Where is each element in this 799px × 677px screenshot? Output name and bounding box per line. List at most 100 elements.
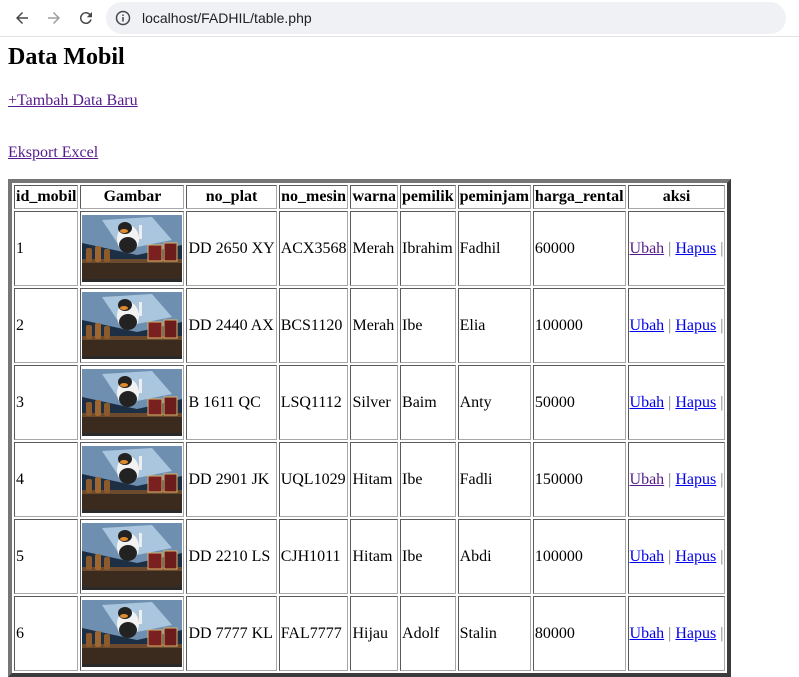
cell-warna: Merah <box>350 288 399 363</box>
edit-link[interactable]: Ubah <box>630 471 665 488</box>
cell-warna: Silver <box>350 365 399 440</box>
forward-button[interactable] <box>38 2 70 34</box>
cell-peminjam: Stalin <box>457 596 531 671</box>
table-row: 6 DD 7777 KL FAL7777 Hijau Adolf Stalin … <box>14 596 726 671</box>
cell-no-plat: DD 2650 XY <box>186 211 277 286</box>
edit-link[interactable]: Ubah <box>630 625 665 642</box>
cell-id-mobil: 1 <box>14 211 79 286</box>
add-data-link[interactable]: +Tambah Data Baru <box>8 92 138 109</box>
header-no-mesin: no_mesin <box>278 185 349 209</box>
header-warna: warna <box>350 185 399 209</box>
separator: | <box>668 547 672 565</box>
back-button[interactable] <box>6 2 38 34</box>
table-row: 2 DD 2440 AX BCS1120 Merah Ibe Elia 1000… <box>14 288 726 363</box>
header-pemilik: pemilik <box>400 185 456 209</box>
edit-link[interactable]: Ubah <box>630 240 665 257</box>
delete-link[interactable]: Hapus <box>675 471 716 488</box>
table-row: 1 DD 2650 XY ACX3568 Merah Ibrahim Fadhi… <box>14 211 726 286</box>
cell-peminjam: Fadli <box>457 442 531 517</box>
car-image <box>82 446 183 513</box>
cell-warna: Hitam <box>350 442 399 517</box>
cell-no-plat: DD 7777 KL <box>186 596 277 671</box>
edit-link[interactable]: Ubah <box>630 394 665 411</box>
cell-aksi: Ubah | Hapus | <box>627 442 726 517</box>
forward-arrow-icon <box>48 12 60 24</box>
cell-warna: Hijau <box>350 596 399 671</box>
cell-gambar <box>80 211 185 286</box>
header-peminjam: peminjam <box>457 185 531 209</box>
cell-aksi: Ubah | Hapus | <box>627 211 726 286</box>
cell-harga-rental: 150000 <box>532 442 626 517</box>
page-content: Data Mobil +Tambah Data Baru Eksport Exc… <box>0 42 799 677</box>
cell-aksi: Ubah | Hapus | <box>627 288 726 363</box>
cell-peminjam: Elia <box>457 288 531 363</box>
cell-id-mobil: 2 <box>14 288 79 363</box>
cell-id-mobil: 3 <box>14 365 79 440</box>
table-row: 3 B 1611 QC LSQ1112 Silver Baim Anty 500… <box>14 365 726 440</box>
separator: | <box>720 393 724 411</box>
cell-no-mesin: BCS1120 <box>278 288 349 363</box>
cell-warna: Merah <box>350 211 399 286</box>
cell-harga-rental: 100000 <box>532 519 626 594</box>
delete-link[interactable]: Hapus <box>675 625 716 642</box>
reload-icon <box>79 12 92 25</box>
car-image <box>82 523 183 590</box>
delete-link[interactable]: Hapus <box>675 548 716 565</box>
separator: | <box>720 316 724 334</box>
separator: | <box>720 470 724 488</box>
cell-harga-rental: 80000 <box>532 596 626 671</box>
cell-pemilik: Baim <box>400 365 456 440</box>
cell-id-mobil: 6 <box>14 596 79 671</box>
cell-peminjam: Abdi <box>457 519 531 594</box>
cell-aksi: Ubah | Hapus | <box>627 365 726 440</box>
delete-link[interactable]: Hapus <box>675 240 716 257</box>
cell-warna: Hitam <box>350 519 399 594</box>
cell-aksi: Ubah | Hapus | <box>627 596 726 671</box>
cell-aksi: Ubah | Hapus | <box>627 519 726 594</box>
separator: | <box>720 239 724 257</box>
back-arrow-icon <box>16 12 28 24</box>
cell-no-plat: DD 2901 JK <box>186 442 277 517</box>
separator: | <box>668 393 672 411</box>
separator: | <box>720 624 724 642</box>
car-image <box>82 215 183 282</box>
car-image <box>82 600 183 667</box>
edit-link[interactable]: Ubah <box>630 548 665 565</box>
cell-pemilik: Adolf <box>400 596 456 671</box>
cell-no-plat: DD 2210 LS <box>186 519 277 594</box>
cell-gambar <box>80 519 185 594</box>
url-text[interactable]: localhost/FADHIL/table.php <box>142 10 312 26</box>
page-title: Data Mobil <box>8 44 125 70</box>
cell-no-plat: B 1611 QC <box>186 365 277 440</box>
header-harga-rental: harga_rental <box>532 185 626 209</box>
cell-no-mesin: CJH1011 <box>278 519 349 594</box>
cell-pemilik: Ibrahim <box>400 211 456 286</box>
table-header-row: id_mobil Gambar no_plat no_mesin warna p… <box>14 185 726 209</box>
separator: | <box>668 624 672 642</box>
separator: | <box>668 316 672 334</box>
car-image <box>82 292 183 359</box>
car-image <box>82 369 183 436</box>
car-table: id_mobil Gambar no_plat no_mesin warna p… <box>8 179 732 677</box>
cell-gambar <box>80 442 185 517</box>
export-excel-link[interactable]: Eksport Excel <box>8 144 98 161</box>
cell-no-mesin: FAL7777 <box>278 596 349 671</box>
table-row: 4 DD 2901 JK UQL1029 Hitam Ibe Fadli 150… <box>14 442 726 517</box>
separator: | <box>668 470 672 488</box>
separator: | <box>720 547 724 565</box>
address-bar[interactable]: localhost/FADHIL/table.php <box>106 2 786 34</box>
header-aksi: aksi <box>627 185 726 209</box>
table-row: 5 DD 2210 LS CJH1011 Hitam Ibe Abdi 1000… <box>14 519 726 594</box>
edit-link[interactable]: Ubah <box>630 317 665 334</box>
reload-button[interactable] <box>70 2 102 34</box>
info-icon[interactable] <box>114 9 132 27</box>
browser-toolbar: localhost/FADHIL/table.php <box>0 0 799 37</box>
cell-id-mobil: 5 <box>14 519 79 594</box>
delete-link[interactable]: Hapus <box>675 317 716 334</box>
cell-gambar <box>80 365 185 440</box>
delete-link[interactable]: Hapus <box>675 394 716 411</box>
header-id-mobil: id_mobil <box>14 185 79 209</box>
cell-harga-rental: 50000 <box>532 365 626 440</box>
cell-harga-rental: 60000 <box>532 211 626 286</box>
cell-no-mesin: UQL1029 <box>278 442 349 517</box>
